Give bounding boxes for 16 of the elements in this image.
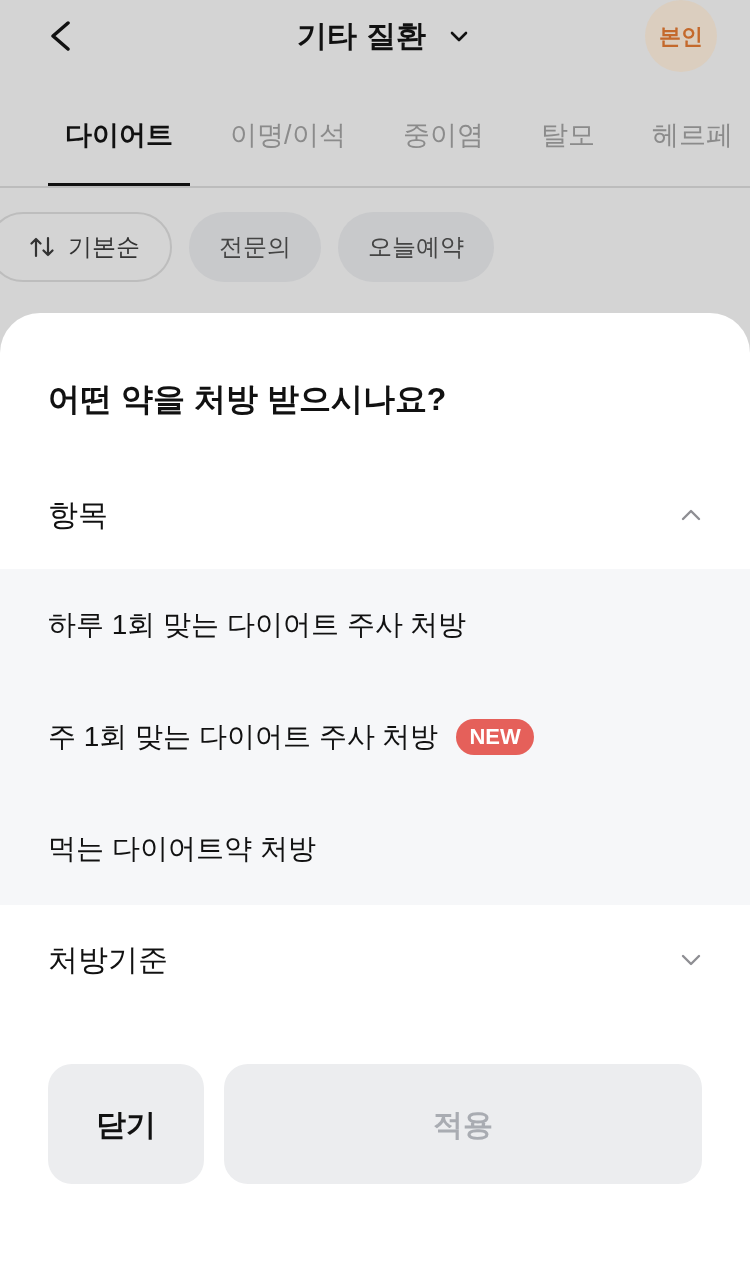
option-item[interactable]: 주 1회 맞는 다이어트 주사 처방 [48,716,439,758]
section-header[interactable]: 처방기준 [0,905,750,1014]
section-header[interactable]: 항목 [0,460,750,569]
new-badge: NEW [456,719,534,755]
close-button[interactable]: 닫기 [48,1064,204,1184]
sheet-title: 어떤 약을 처방 받으시나요? [48,380,447,419]
option-item[interactable]: 먹는 다이어트약 처방 [48,828,316,870]
option-item[interactable]: 하루 1회 맞는 다이어트 주사 처방 [48,604,467,646]
category-dropdown[interactable]: 기타 질환 [297,21,468,51]
sort-arrows-icon [30,236,54,258]
sort-chip[interactable]: 기본순 [0,212,172,282]
chevron-down-icon [449,30,468,42]
filter-chip[interactable]: 오늘예약 [338,212,494,282]
back-icon[interactable] [48,21,72,51]
filter-chip[interactable]: 전문의 [189,212,321,282]
tab[interactable]: 다이어트 [48,84,190,186]
